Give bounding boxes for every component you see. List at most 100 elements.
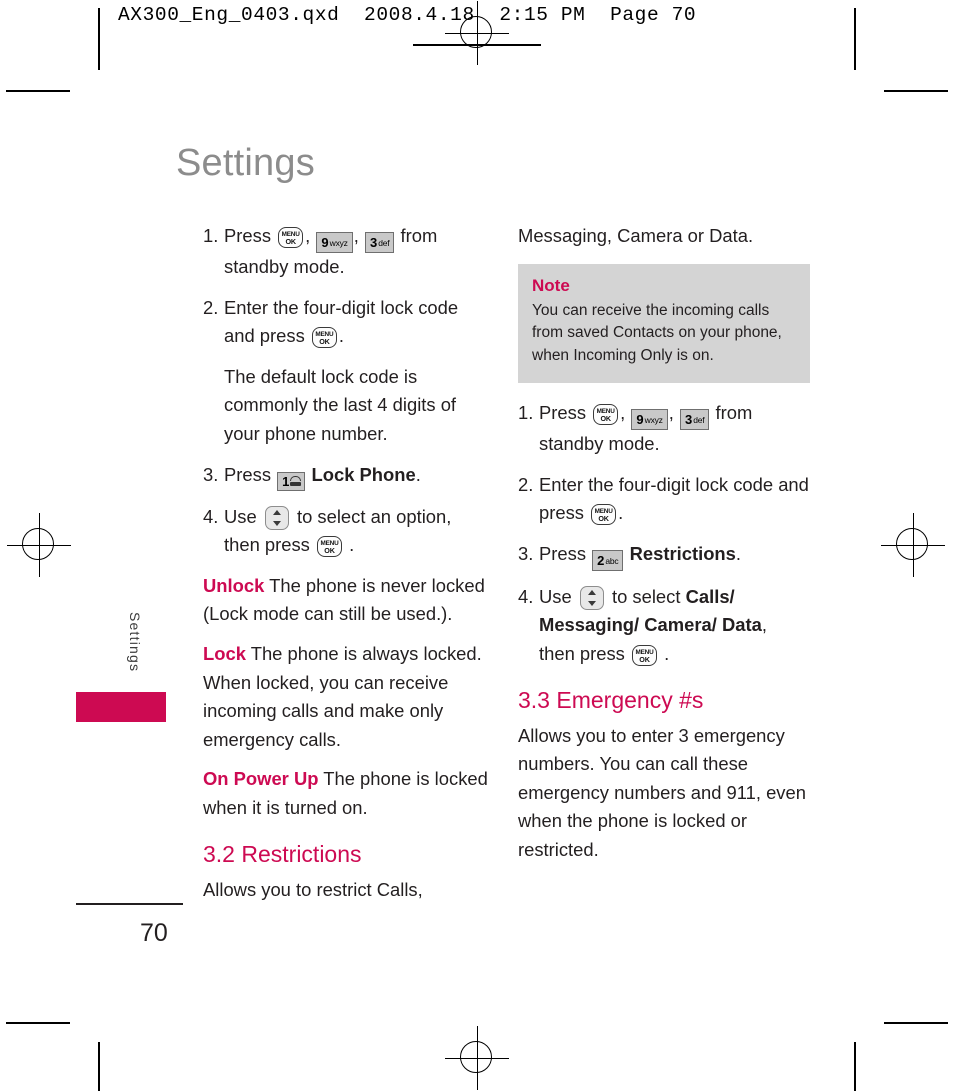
crop-mark-bottom-right-vertical [854, 1042, 856, 1091]
section-3-2-intro: Allows you to restrict Calls, [203, 878, 423, 900]
navigation-updown-key-icon [264, 505, 289, 530]
definition-term-lock: Lock [203, 642, 246, 664]
step-number: 2. [203, 296, 219, 318]
key-3-digit: 3 [369, 235, 378, 250]
step-body: Press MENU OK, 9wxyz, 3def from standby m… [539, 399, 810, 459]
key-9-wxyz-icon: 9wxyz [316, 232, 353, 253]
left-step-3: 3. Press 1 Lock Phone. [203, 461, 491, 491]
key-9-wxyz-icon: 9wxyz [631, 409, 668, 431]
step-text-pre: Press [539, 542, 587, 564]
file-slug-header: AX300_Eng_0403.qxd 2008.4.18 2:15 PM Pag… [118, 4, 697, 26]
definition-unlock: Unlock The phone is never locked (Lock m… [203, 572, 491, 629]
key-9-digit: 9 [636, 412, 644, 428]
crop-mark-right-top-horizontal [884, 90, 948, 92]
section-3-2-intro-continued: Messaging, Camera or Data. [518, 225, 754, 246]
down-arrow-icon [272, 520, 281, 526]
step-text-mid: to select an option, [296, 505, 452, 527]
comma-2: , [668, 402, 674, 424]
left-step-4: 4. Use to select an option, then press M… [203, 503, 491, 560]
note-body: You can receive the incoming calls from … [532, 301, 782, 364]
crop-mark-right-bottom-horizontal [884, 1022, 948, 1024]
key-3-digit: 3 [684, 412, 693, 428]
step-number: 4. [203, 505, 219, 527]
left-step-2: 2. Enter the four-digit lock code and pr… [203, 294, 491, 351]
step-body: Use to select an option, then press MENU… [224, 503, 491, 560]
step-text-pre: Press [224, 225, 272, 246]
navigation-updown-key-icon [579, 585, 604, 610]
note-box: Note You can receive the incoming calls … [518, 263, 810, 384]
key-9-letters: wxyz [644, 415, 663, 426]
menu-ok-line2: OK [598, 514, 609, 524]
right-column: Messaging, Camera or Data. Note You can … [518, 222, 810, 877]
step-number: 2. [518, 473, 534, 495]
step-text-post: . [349, 534, 355, 556]
key-9-letters: wxyz [329, 238, 348, 248]
step-text-post: . [618, 502, 624, 524]
menu-ok-key-icon: MENU OK [593, 404, 619, 426]
menu-ok-line2: OK [324, 546, 335, 556]
step-body: Enter the four-digit lock code and press… [539, 471, 810, 528]
footer-rule [76, 903, 183, 905]
step-text-pre: Enter the four-digit lock code and press [539, 473, 809, 524]
side-tab-label: Settings [127, 612, 143, 673]
side-tab-accent-bar [76, 692, 166, 722]
crop-mark-top-left-vertical [98, 8, 100, 70]
page-number: 70 [140, 919, 168, 947]
key-2-digit: 2 [597, 552, 605, 568]
definition-lock: Lock The phone is always locked. When lo… [203, 640, 491, 754]
menu-ok-key-icon: MENU OK [278, 227, 304, 248]
key-9-digit: 9 [321, 235, 329, 250]
step-text-post: . [664, 643, 670, 665]
comma-1: , [620, 402, 626, 424]
right-step-3: 3. Press 2abc Restrictions. [518, 540, 810, 571]
key-3-letters: def [693, 415, 705, 426]
step-number: 3. [518, 542, 534, 564]
menu-ok-line2: OK [285, 237, 296, 246]
definition-term-on-power-up: On Power Up [203, 768, 319, 790]
default-lock-code-note: The default lock code is commonly the la… [224, 365, 457, 444]
step-text-pre: Use [539, 585, 572, 607]
comma-2: , [353, 225, 359, 246]
step-text-post: . [415, 463, 421, 485]
left-step-1: 1. Press MENU OK, 9wxyz, 3def from standb… [203, 222, 491, 282]
menu-ok-key-icon: MENU OK [317, 536, 342, 558]
key-1-digit: 1 [282, 473, 290, 489]
step-text-mid: to select [611, 585, 681, 607]
step-number: 1. [518, 402, 534, 424]
definition-term-unlock: Unlock [203, 574, 265, 596]
step-text-then: then press [224, 534, 310, 556]
step-text-pre: Press [539, 402, 587, 424]
page-title: Settings [176, 142, 315, 184]
right-step-4: 4. Use to select Calls/ Messaging/ Camer… [518, 583, 810, 669]
up-arrow-icon [272, 509, 281, 515]
key-3-letters: def [378, 238, 390, 248]
step-number: 3. [203, 463, 219, 485]
key-3-def-icon: 3def [679, 409, 710, 431]
step-text-then: then press [539, 643, 625, 665]
step-text-pre: Use [224, 505, 257, 527]
definition-on-power-up: On Power Up The phone is locked when it … [203, 765, 491, 822]
step-text-comma: , [761, 614, 767, 636]
menu-item-lock-phone: Lock Phone [311, 463, 416, 485]
crop-mark-bottom-left-vertical [98, 1042, 100, 1091]
key-2-letters: abc [605, 555, 619, 566]
up-arrow-icon [587, 589, 596, 595]
menu-ok-key-icon: MENU OK [591, 504, 617, 526]
menu-item-restrictions: Restrictions [629, 542, 736, 564]
step-number: 4. [518, 585, 534, 607]
crop-mark-top-right-vertical [854, 8, 856, 70]
comma-1: , [305, 225, 311, 246]
note-title: Note [532, 275, 570, 295]
menu-ok-key-icon: MENU OK [632, 645, 657, 667]
menu-ok-line2: OK [319, 337, 330, 347]
key-1-voicemail-icon: 1 [277, 471, 306, 491]
key-3-def-icon: 3def [364, 232, 395, 253]
right-step-2: 2. Enter the four-digit lock code and pr… [518, 471, 810, 528]
step-text-post: . [735, 542, 742, 564]
crop-mark-left-bottom-horizontal [6, 1022, 70, 1024]
step-body: Enter the four-digit lock code and press… [224, 294, 491, 351]
voicemail-icon [290, 475, 302, 486]
menu-ok-key-icon: MENU OK [311, 327, 337, 349]
step-body: Use to select Calls/ Messaging/ Camera/ … [539, 583, 810, 669]
left-column: 1. Press MENU OK, 9wxyz, 3def from standb… [203, 222, 491, 916]
